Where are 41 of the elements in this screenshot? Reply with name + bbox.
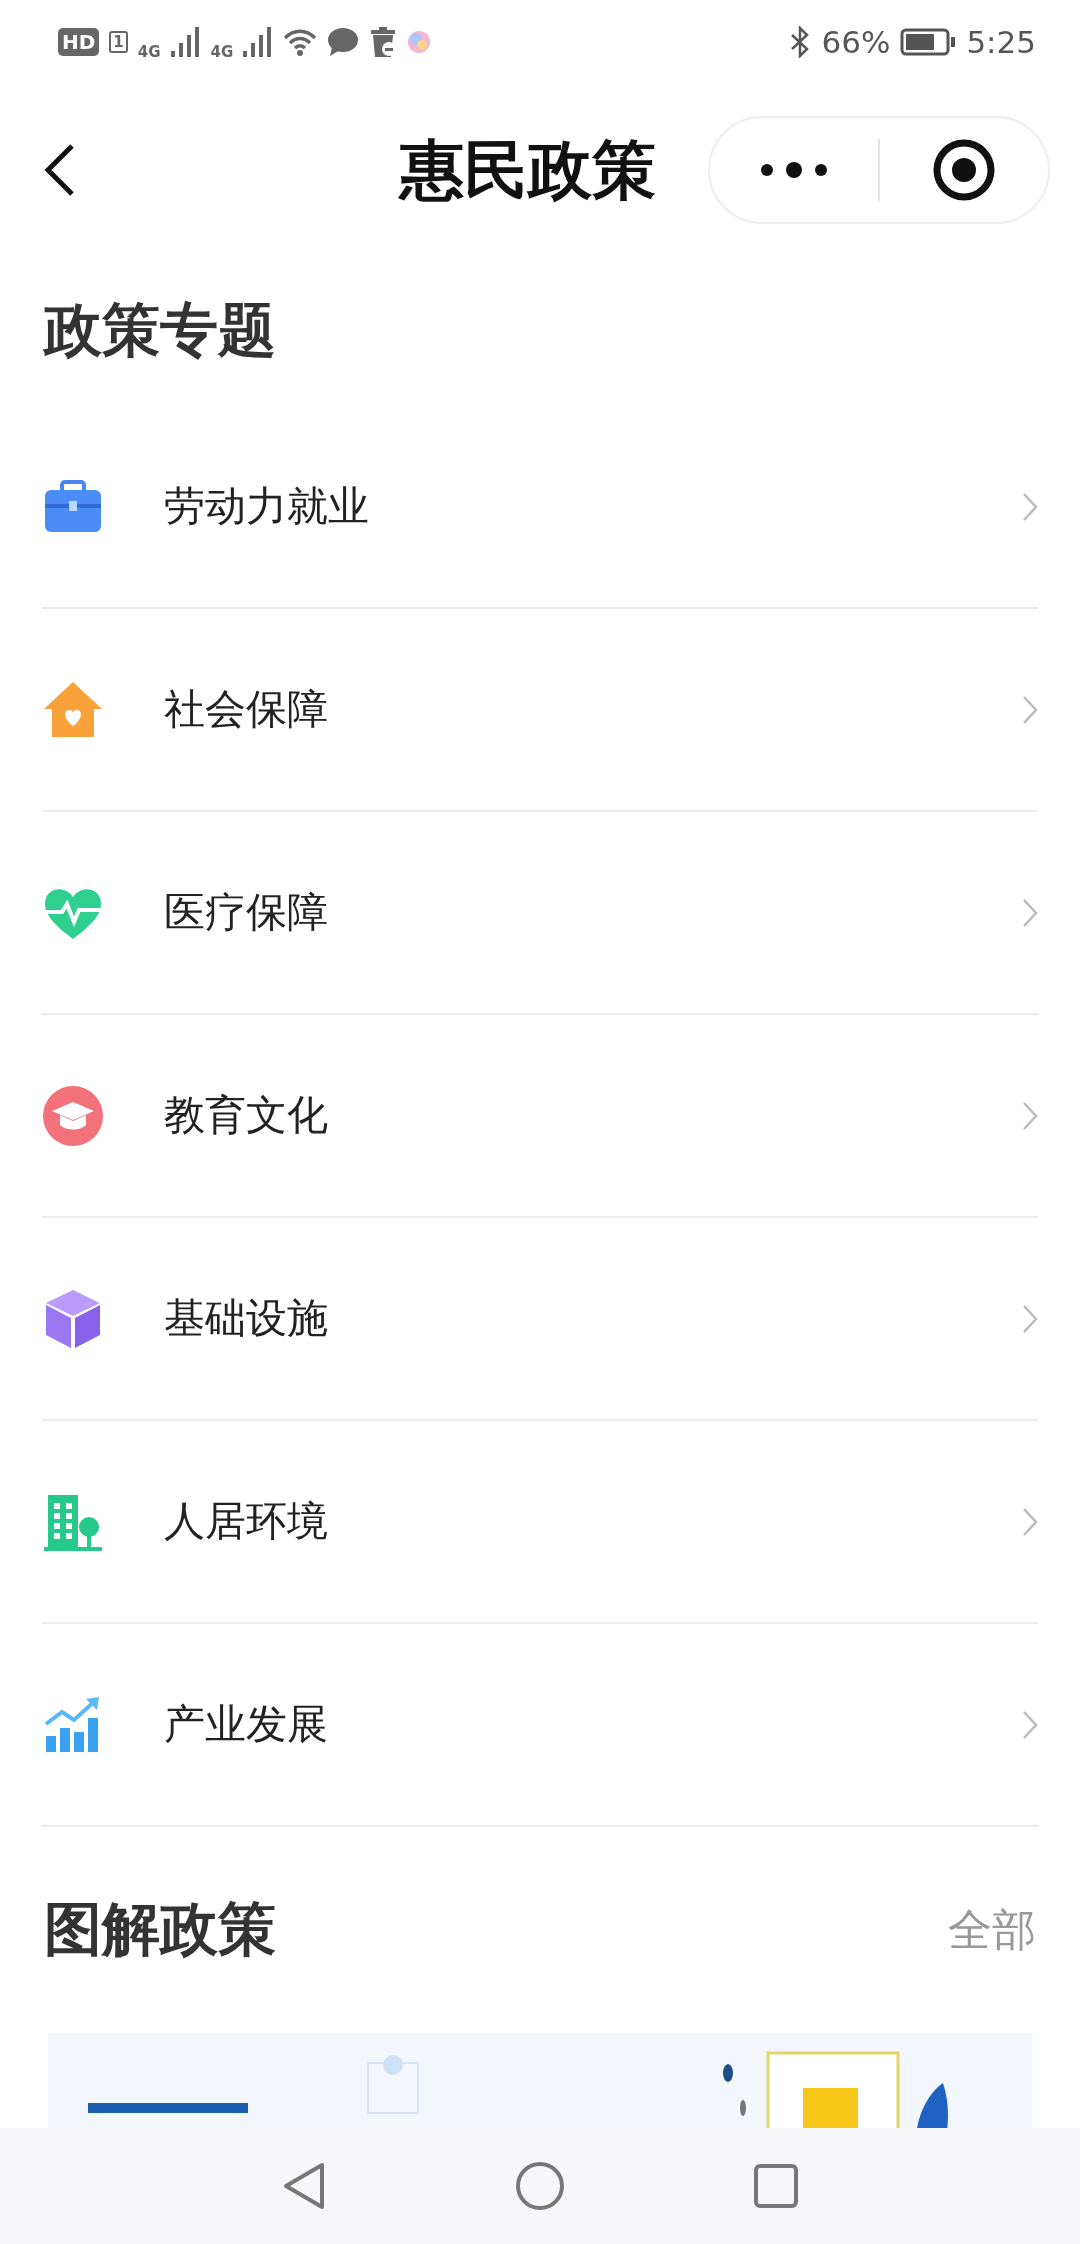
topic-row[interactable]: 劳动力就业	[42, 406, 1038, 609]
topic-row[interactable]: 医疗保障	[42, 812, 1038, 1015]
topic-label: 产业发展	[164, 1699, 329, 1750]
topic-label: 医疗保障	[164, 887, 329, 938]
topic-label: 人居环境	[164, 1496, 329, 1547]
topic-row[interactable]: 基础设施	[42, 1218, 1038, 1421]
topic-row[interactable]: 人居环境	[42, 1421, 1038, 1624]
more-dots-icon	[759, 162, 829, 178]
page-title: 惠民政策	[400, 131, 656, 209]
sim-badge: 1	[109, 31, 128, 53]
chevron-right-icon	[1022, 1709, 1038, 1740]
graduation-cap-icon	[42, 1084, 104, 1147]
topic-label: 社会保障	[164, 684, 329, 735]
chat-bubble-icon	[327, 27, 360, 57]
chevron-right-icon	[1022, 897, 1038, 928]
chevron-right-icon	[1022, 491, 1038, 522]
chevron-right-icon	[1022, 1303, 1038, 1334]
signal-icon	[170, 27, 201, 57]
battery-percent: 66%	[821, 24, 891, 60]
section-title: 政策专题	[44, 295, 276, 366]
chevron-right-icon	[1022, 694, 1038, 725]
battery-icon	[900, 28, 957, 56]
target-icon	[932, 138, 996, 202]
trash-icon	[369, 27, 398, 57]
back-icon[interactable]	[42, 142, 76, 198]
topic-row[interactable]: 产业发展	[42, 1624, 1038, 1827]
wifi-icon	[283, 28, 318, 56]
hd-badge: HD	[58, 28, 100, 56]
topic-row[interactable]: 教育文化	[42, 1015, 1038, 1218]
topic-label: 教育文化	[164, 1090, 329, 1141]
topic-label: 基础设施	[164, 1293, 329, 1344]
signal-icon	[243, 27, 274, 57]
app-icon	[407, 30, 432, 54]
chevron-right-icon	[1022, 1100, 1038, 1131]
topic-row[interactable]: 社会保障	[42, 609, 1038, 812]
network-label: 4G	[137, 43, 161, 61]
network-label: 4G	[210, 43, 234, 61]
section-title: 图解政策	[44, 1894, 276, 1965]
chevron-right-icon	[1022, 1506, 1038, 1537]
clock: 5:25	[966, 24, 1036, 60]
topic-label: 劳动力就业	[164, 481, 370, 532]
